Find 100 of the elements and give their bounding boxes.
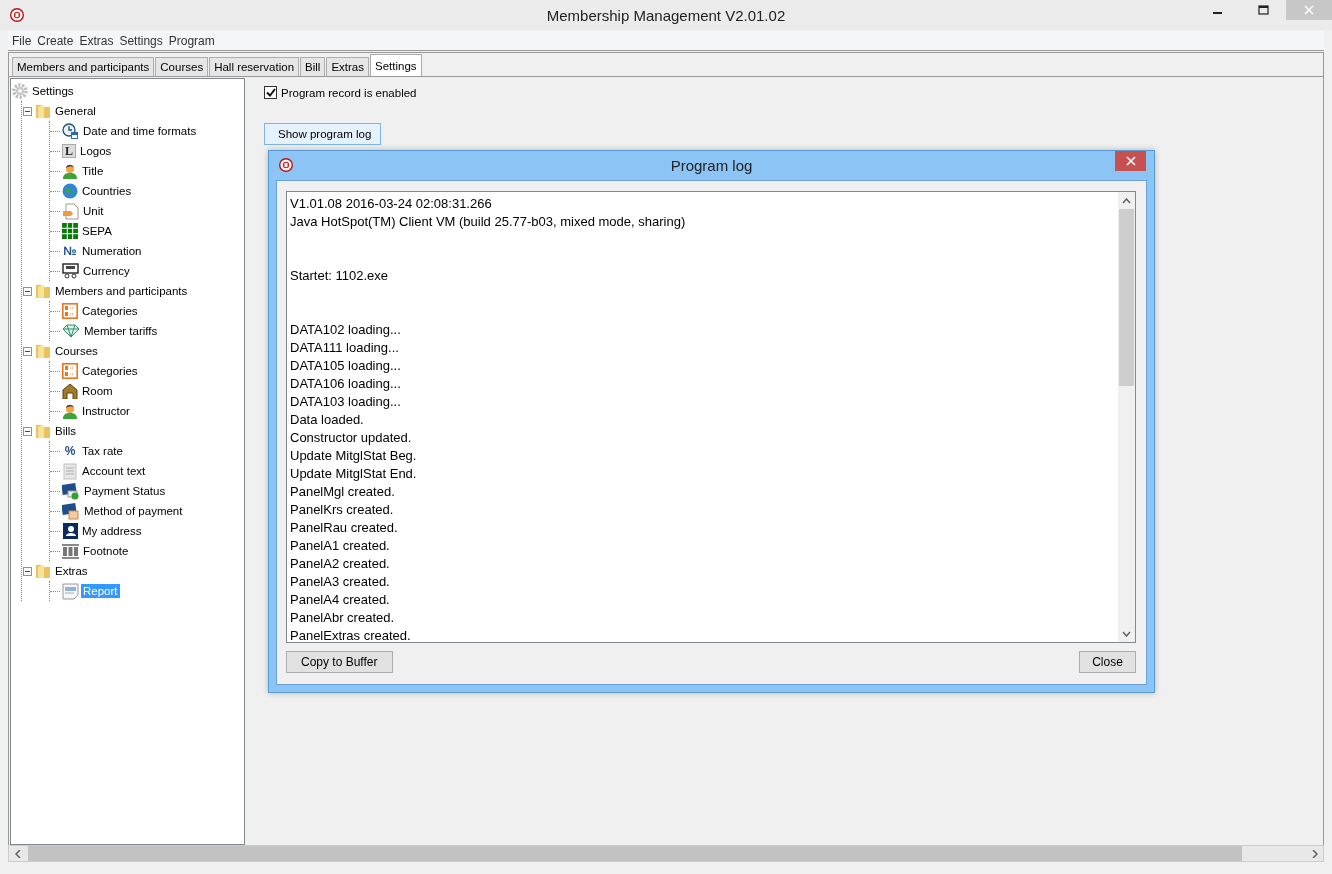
log-line: PanelExtras created. bbox=[290, 627, 412, 642]
tab[interactable]: Courses bbox=[155, 57, 209, 76]
log-line: DATA106 loading... bbox=[290, 375, 402, 393]
scrollbar-thumb[interactable] bbox=[1119, 209, 1134, 386]
tree-item[interactable]: Currency bbox=[81, 264, 132, 278]
log-line: PanelMgl created. bbox=[290, 483, 396, 501]
scroll-up-icon[interactable] bbox=[1122, 197, 1131, 204]
log-line: PanelRau created. bbox=[290, 519, 399, 537]
log-line: V1.01.08 2016-03-24 02:08:31.266 bbox=[290, 195, 493, 213]
checkbox[interactable] bbox=[264, 86, 277, 99]
scroll-left-icon[interactable] bbox=[14, 849, 21, 858]
collapse-toggle[interactable] bbox=[23, 426, 32, 436]
tree-item[interactable]: Title bbox=[80, 164, 106, 178]
tree-item[interactable]: Extras bbox=[53, 564, 90, 578]
tree-item[interactable]: Categories bbox=[80, 364, 140, 378]
log-line: DATA105 loading... bbox=[290, 357, 402, 375]
tree-item[interactable]: My address bbox=[80, 524, 144, 538]
tree-item[interactable]: General bbox=[53, 104, 98, 118]
tree-item[interactable]: Settings bbox=[30, 84, 76, 98]
tree-item[interactable]: Payment Status bbox=[82, 484, 168, 498]
tree-item[interactable]: Members and participants bbox=[53, 284, 190, 298]
folder-icon bbox=[35, 423, 51, 439]
clock-icon bbox=[62, 122, 79, 140]
close-icon bbox=[1304, 5, 1314, 15]
tab[interactable]: Bill bbox=[300, 57, 326, 76]
log-line: DATA102 loading... bbox=[290, 321, 402, 339]
checkbox-label: Program record is enabled bbox=[281, 86, 417, 99]
menu-item[interactable]: Extras bbox=[79, 33, 118, 48]
log-line: PanelA4 created. bbox=[290, 591, 391, 609]
glyph-icon: L bbox=[62, 144, 76, 158]
log-line: DATA103 loading... bbox=[290, 393, 402, 411]
tree-item[interactable]: Countries bbox=[80, 184, 134, 198]
tree-item[interactable]: Unit bbox=[81, 204, 106, 218]
tree-item[interactable]: Method of payment bbox=[82, 504, 185, 518]
log-line: DATA111 loading... bbox=[290, 339, 400, 357]
window-title: Membership Management V2.01.02 bbox=[546, 6, 786, 24]
machine-icon bbox=[62, 263, 79, 279]
glyph-icon: % bbox=[62, 444, 78, 458]
menu-item[interactable]: File bbox=[12, 33, 36, 48]
tree-item[interactable]: Room bbox=[80, 384, 115, 398]
folder-icon bbox=[35, 343, 51, 359]
log-line: Constructor updated. bbox=[290, 429, 413, 447]
tree-item[interactable]: Tax rate bbox=[80, 444, 125, 458]
collapse-toggle[interactable] bbox=[23, 566, 32, 576]
person-icon bbox=[62, 403, 78, 419]
tab[interactable]: Hall reservation bbox=[209, 57, 300, 76]
card-icon bbox=[62, 502, 80, 520]
minimize-icon bbox=[1212, 12, 1222, 14]
log-line: Update MitglStat End. bbox=[290, 465, 418, 483]
columns-icon bbox=[62, 543, 79, 559]
tree-item[interactable]: Logos bbox=[78, 144, 114, 158]
grid-icon bbox=[62, 223, 78, 239]
collapse-toggle[interactable] bbox=[23, 346, 32, 356]
close-icon bbox=[1125, 156, 1136, 166]
log-line: PanelA1 created. bbox=[290, 537, 391, 555]
collapse-toggle[interactable] bbox=[23, 106, 32, 116]
collapse-toggle[interactable] bbox=[23, 286, 32, 296]
close-button[interactable]: Close bbox=[1079, 651, 1136, 673]
tab[interactable]: Extras bbox=[326, 57, 369, 76]
glyph-icon: № bbox=[62, 244, 78, 258]
tree-item[interactable]: Member tariffs bbox=[82, 324, 160, 338]
tree-item[interactable]: Numeration bbox=[80, 244, 144, 258]
copy-button[interactable]: Copy to Buffer bbox=[286, 651, 393, 673]
house-icon bbox=[62, 383, 78, 399]
log-line: Data loaded. bbox=[290, 411, 365, 429]
scroll-right-icon[interactable] bbox=[1311, 849, 1318, 858]
log-line: PanelAbr created. bbox=[290, 609, 396, 627]
tree-item[interactable]: Footnote bbox=[81, 544, 131, 558]
scrollbar-thumb[interactable] bbox=[28, 846, 1242, 861]
menu-item[interactable]: Create bbox=[37, 33, 78, 48]
menu-item[interactable]: Program bbox=[168, 33, 219, 48]
tree-item[interactable]: SEPA bbox=[80, 224, 114, 238]
dialog-title: Program log bbox=[670, 157, 753, 174]
tab[interactable]: Settings bbox=[370, 54, 422, 76]
form-icon bbox=[62, 582, 79, 600]
checkmark-icon bbox=[265, 88, 276, 97]
log-line: PanelKrs created. bbox=[290, 501, 395, 519]
list-icon bbox=[62, 303, 78, 319]
close-button[interactable] bbox=[1115, 151, 1146, 171]
app-logo-icon bbox=[279, 158, 293, 172]
menu-item[interactable]: Settings bbox=[119, 33, 167, 48]
tree-item[interactable]: Account text bbox=[80, 464, 148, 478]
log-line: PanelA2 created. bbox=[290, 555, 391, 573]
log-line: PanelA3 created. bbox=[290, 573, 391, 591]
tree-item[interactable]: Instructor bbox=[80, 404, 132, 418]
show-log-button[interactable]: Show program log bbox=[264, 123, 381, 145]
person-icon bbox=[62, 163, 78, 179]
tree-item[interactable]: Categories bbox=[80, 304, 140, 318]
scroll-down-icon[interactable] bbox=[1122, 630, 1131, 637]
log-line: Java HotSpot(TM) Client VM (build 25.77-b03, mixed mode, sharing) bbox=[290, 213, 687, 231]
log-text-area[interactable] bbox=[286, 191, 1136, 643]
folder-icon bbox=[35, 563, 51, 579]
tree-item[interactable]: Courses bbox=[53, 344, 100, 358]
folder-icon bbox=[35, 103, 51, 119]
tree-item[interactable]: Date and time formats bbox=[81, 124, 199, 138]
tree-item[interactable]: Bills bbox=[53, 424, 79, 438]
maximize-icon bbox=[1257, 5, 1269, 15]
list-icon bbox=[62, 363, 78, 379]
tab[interactable]: Members and participants bbox=[12, 57, 155, 76]
app-logo-icon bbox=[10, 8, 24, 22]
